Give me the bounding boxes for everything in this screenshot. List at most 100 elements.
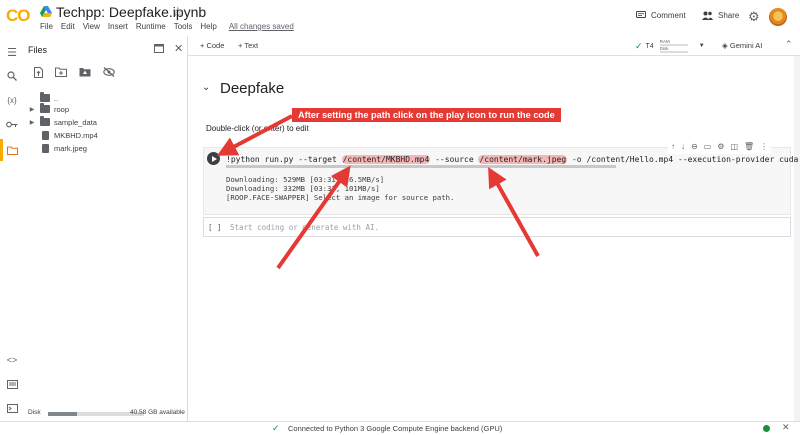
gemini-label: Gemini AI [729, 41, 763, 50]
disk-label: Disk [28, 409, 41, 416]
avatar[interactable] [769, 8, 787, 26]
cell-placeholder: Start coding or generate with AI. [230, 223, 380, 232]
search-icon[interactable] [4, 68, 20, 84]
tree-item-sample-data[interactable]: ▶ sample_data [28, 116, 97, 128]
disk-usage-fill [48, 412, 77, 416]
file-icon [42, 130, 49, 140]
scrollbar[interactable] [794, 56, 800, 421]
share-button[interactable]: Share [702, 11, 739, 20]
source-path: /content/mark.jpeg [478, 155, 568, 164]
menu-help[interactable]: Help [200, 22, 216, 31]
text-cell[interactable]: Double-click (or enter) to edit [206, 124, 309, 133]
code-snippets-icon[interactable]: <> [4, 352, 20, 368]
hide-files-icon[interactable] [103, 67, 115, 81]
notebook-main: + Code + Text ✓ T4 RAM Disk ▼ ◈ Gemini A… [188, 36, 800, 421]
variables-icon[interactable]: {x} [4, 92, 20, 108]
key-icon[interactable] [4, 116, 20, 132]
code-source-flag: --source [430, 155, 479, 164]
code-horizontal-scrollbar[interactable] [226, 165, 616, 168]
folder-icon[interactable] [4, 142, 20, 158]
notebook-title[interactable]: Techpp: Deepfake.ipynb [56, 4, 206, 20]
folder-icon [40, 92, 50, 102]
share-label: Share [718, 11, 740, 20]
upload-file-icon[interactable] [34, 67, 43, 81]
tree-item-label: mark.jpeg [54, 143, 87, 153]
terminal-icon[interactable] [4, 400, 20, 416]
comment-icon[interactable]: ▭ [704, 142, 712, 154]
rail-active-indicator [0, 139, 3, 161]
mount-drive-icon[interactable] [79, 67, 91, 81]
new-folder-icon[interactable] [55, 67, 67, 81]
play-icon[interactable] [207, 152, 220, 165]
comment-icon [636, 11, 646, 18]
chevron-right-icon[interactable]: ▶ [28, 119, 36, 126]
disk-bar [659, 51, 688, 53]
add-code-button[interactable]: + Code [200, 41, 224, 50]
disk-available: 40.58 GB available [130, 409, 185, 416]
move-down-icon[interactable]: ↓ [681, 142, 685, 154]
menu-bar: File Edit View Insert Runtime Tools Help… [40, 22, 294, 31]
top-bar: CO Techpp: Deepfake.ipynb ☆ File Edit Vi… [0, 0, 800, 36]
menu-insert[interactable]: Insert [108, 22, 128, 31]
runtime-status[interactable]: ✓ T4 RAM Disk ▼ [635, 39, 705, 53]
command-palette-icon[interactable] [4, 376, 20, 392]
check-icon: ✓ [272, 423, 280, 433]
gear-icon[interactable]: ⚙ [717, 142, 724, 154]
save-status[interactable]: All changes saved [229, 22, 294, 31]
section-title: Deepfake [220, 80, 285, 97]
colab-logo[interactable]: CO [6, 6, 30, 26]
files-panel-title: Files [28, 45, 48, 55]
add-text-button[interactable]: + Text [238, 41, 258, 50]
output-line: [ROOP.FACE-SWAPPER] Select an image for … [226, 193, 455, 202]
move-up-icon[interactable]: ↑ [671, 142, 675, 154]
code-line[interactable]: !python run.py --target /content/MKBHD.m… [226, 155, 798, 164]
cell-run-indicator[interactable]: [ ] [208, 223, 222, 232]
resource-meters: RAM Disk [659, 39, 688, 53]
chevron-down-icon[interactable]: ▼ [699, 43, 705, 49]
drive-icon [40, 6, 52, 17]
menu-view[interactable]: View [83, 22, 100, 31]
target-path: /content/MKBHD.mp4 [341, 155, 431, 164]
delete-icon[interactable]: 🗑 [744, 142, 754, 154]
gemini-button[interactable]: ◈ Gemini AI [722, 41, 762, 50]
cell-output: Downloading: 529MB [03:31, 26.5MB/s] Down… [226, 175, 454, 202]
table-of-contents-icon[interactable]: ☰ [4, 44, 20, 60]
runtime-type: T4 [645, 42, 654, 50]
gear-icon[interactable]: ⚙ [748, 9, 760, 25]
link-icon[interactable]: ⊖ [691, 142, 698, 154]
tree-item-label: sample_data [54, 117, 97, 127]
files-toolbar [34, 67, 115, 81]
menu-runtime[interactable]: Runtime [136, 22, 166, 31]
tree-item-mkbhd-mp4[interactable]: MKBHD.mp4 [28, 129, 98, 141]
comment-label: Comment [651, 11, 686, 20]
status-bar: ✓ Connected to Python 3 Google Compute E… [0, 421, 800, 435]
folder-icon [40, 116, 50, 126]
output-line: Downloading: 332MB [03:33, 101MB/s] [226, 184, 380, 193]
chevron-right-icon[interactable]: ▶ [28, 106, 36, 113]
open-in-tab-icon[interactable] [154, 44, 164, 56]
chevron-up-icon[interactable]: ⌃ [785, 39, 793, 50]
tree-item-label: .. [54, 93, 59, 103]
annotation-callout: After setting the path click on the play… [292, 108, 561, 122]
tree-item-mark-jpeg[interactable]: mark.jpeg [28, 142, 87, 154]
more-icon[interactable]: ⋮ [760, 142, 768, 154]
menu-file[interactable]: File [40, 22, 53, 31]
tree-item-label: roop [54, 104, 70, 114]
files-panel: Files ✕ .. ▶ roop ▶ sample_data MKBHD.mp… [24, 36, 188, 421]
check-icon: ✓ [635, 40, 643, 51]
star-icon[interactable]: ☆ [172, 4, 184, 20]
disk-usage: Disk 40.58 GB available [28, 409, 188, 419]
cell-toolbar: ↑ ↓ ⊖ ▭ ⚙ ◫ 🗑 ⋮ [668, 142, 772, 154]
side-rail: ☰ {x} <> [0, 36, 24, 421]
connection-status[interactable]: Connected to Python 3 Google Compute Eng… [288, 424, 502, 433]
chevron-down-icon[interactable]: ⌄ [202, 82, 210, 93]
close-icon[interactable]: ✕ [174, 42, 183, 55]
empty-code-cell[interactable]: [ ] Start coding or generate with AI. [203, 217, 791, 237]
mirror-cell-icon[interactable]: ◫ [730, 142, 738, 154]
gemini-icon: ◈ [722, 41, 728, 50]
close-icon[interactable]: ✕ [782, 422, 790, 433]
tree-item-roop[interactable]: ▶ roop [28, 103, 69, 115]
menu-tools[interactable]: Tools [174, 22, 193, 31]
comment-button[interactable]: Comment [636, 11, 686, 20]
menu-edit[interactable]: Edit [61, 22, 75, 31]
